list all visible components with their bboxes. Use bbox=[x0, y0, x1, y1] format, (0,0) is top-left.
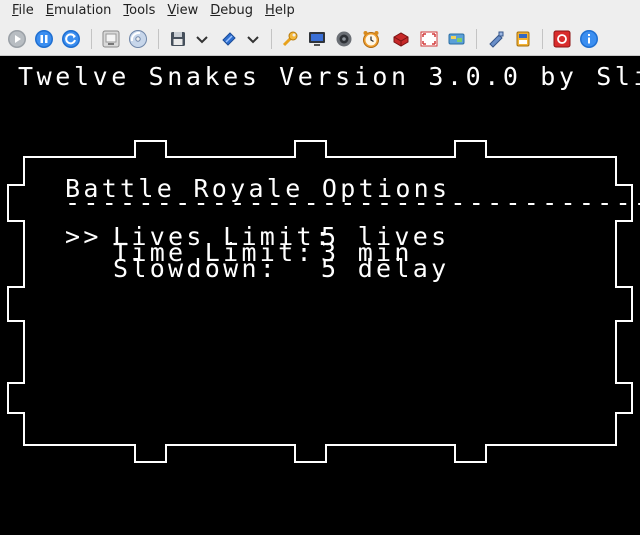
palette-icon[interactable] bbox=[446, 28, 468, 50]
selection-cursor: >> bbox=[65, 222, 102, 251]
memory-card-icon[interactable] bbox=[512, 28, 534, 50]
option-slowdown-label[interactable]: Slowdown: bbox=[113, 254, 278, 283]
menu-file[interactable]: File bbox=[6, 0, 40, 22]
toolbar-separator bbox=[91, 29, 92, 49]
heading-underline: --------------------------------- bbox=[65, 188, 640, 217]
info-icon[interactable] bbox=[578, 28, 600, 50]
cartridge-icon[interactable] bbox=[218, 28, 240, 50]
speaker-icon[interactable] bbox=[333, 28, 355, 50]
toolbar-separator bbox=[158, 29, 159, 49]
cartridge-dropdown-icon[interactable] bbox=[242, 28, 264, 50]
toolbar-separator bbox=[271, 29, 272, 49]
save-dropdown-icon[interactable] bbox=[191, 28, 213, 50]
monitor-icon[interactable] bbox=[306, 28, 328, 50]
cd-icon[interactable] bbox=[127, 28, 149, 50]
clock-icon[interactable] bbox=[360, 28, 382, 50]
toolbar-separator bbox=[476, 29, 477, 49]
reset-icon[interactable] bbox=[60, 28, 82, 50]
toolbar-separator bbox=[542, 29, 543, 49]
menu-view[interactable]: View bbox=[161, 0, 204, 22]
pause-icon[interactable] bbox=[33, 28, 55, 50]
controller-icon[interactable] bbox=[485, 28, 507, 50]
screenshot-icon[interactable] bbox=[100, 28, 122, 50]
save-icon[interactable] bbox=[167, 28, 189, 50]
emulator-screen[interactable]: Twelve Snakes Version 3.0.0 by Slinga Ba… bbox=[0, 57, 640, 535]
settings-wrench-icon[interactable] bbox=[279, 28, 301, 50]
option-slowdown-value[interactable]: 5 delay bbox=[321, 254, 449, 283]
toolbar bbox=[0, 22, 640, 56]
menu-debug[interactable]: Debug bbox=[204, 0, 259, 22]
game-title: Twelve Snakes Version 3.0.0 by Slinga bbox=[18, 62, 640, 91]
chip-icon[interactable] bbox=[390, 28, 412, 50]
menu-bar: File Emulation Tools View Debug Help bbox=[0, 0, 640, 22]
play-icon[interactable] bbox=[6, 28, 28, 50]
fullscreen-icon[interactable] bbox=[418, 28, 440, 50]
menu-tools[interactable]: Tools bbox=[117, 0, 161, 22]
stop-icon[interactable] bbox=[551, 28, 573, 50]
menu-emulation[interactable]: Emulation bbox=[40, 0, 118, 22]
menu-help[interactable]: Help bbox=[259, 0, 301, 22]
game-display: Twelve Snakes Version 3.0.0 by Slinga Ba… bbox=[7, 62, 640, 463]
